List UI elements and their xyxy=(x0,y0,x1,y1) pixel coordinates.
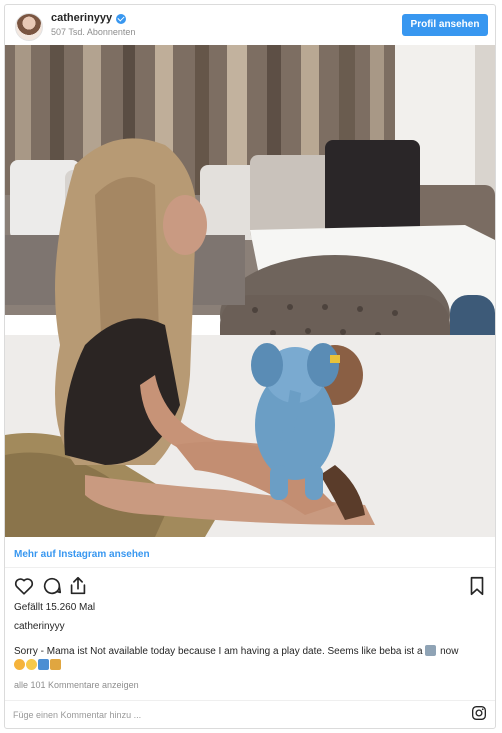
verified-badge-icon xyxy=(116,13,127,24)
add-comment-input[interactable] xyxy=(13,705,453,725)
post-caption: Sorry - Mama ist Not available today bec… xyxy=(14,645,488,673)
rocket-emoji-icon xyxy=(50,659,61,670)
username[interactable]: catherinyyy xyxy=(51,12,112,25)
instagram-embed-card: catherinyyy 507 Tsd. Abonnenten Profil a… xyxy=(4,4,496,729)
avatar[interactable] xyxy=(15,13,43,41)
caption-after-icon: now xyxy=(437,646,459,657)
post-owner[interactable]: catherinyyy xyxy=(14,621,65,632)
heart-icon[interactable] xyxy=(13,575,35,597)
user-block: catherinyyy 507 Tsd. Abonnenten xyxy=(51,12,135,38)
username-row: catherinyyy xyxy=(51,12,135,25)
action-bar xyxy=(5,575,495,601)
elephant-emoji-icon xyxy=(425,645,437,656)
post-photo[interactable] xyxy=(5,45,495,537)
view-profile-button[interactable]: Profil ansehen xyxy=(402,14,488,36)
post-header: catherinyyy 507 Tsd. Abonnenten Profil a… xyxy=(5,5,495,45)
share-icon[interactable] xyxy=(67,575,89,597)
caption-owner: Sorry xyxy=(14,646,38,657)
instagram-logo-icon[interactable] xyxy=(471,705,487,721)
like-count: Gefällt 15.260 Mal xyxy=(14,602,96,613)
smile-face-emoji-icon xyxy=(26,659,37,670)
more-on-instagram-link[interactable]: Mehr auf Instagram ansehen xyxy=(14,549,150,560)
follower-count: 507 Tsd. Abonnenten xyxy=(51,27,136,37)
caption-text: - Mama ist Not available today because I… xyxy=(37,646,426,657)
elephant-emoji-icon xyxy=(38,659,49,670)
view-all-comments-link[interactable]: alle 101 Kommentare anzeigen xyxy=(14,680,139,690)
post-image xyxy=(5,45,495,537)
bookmark-icon[interactable] xyxy=(466,575,488,597)
divider xyxy=(5,700,495,701)
speech-bubble-icon[interactable] xyxy=(41,575,63,597)
crazy-face-emoji-icon xyxy=(14,659,25,670)
divider xyxy=(5,567,495,568)
